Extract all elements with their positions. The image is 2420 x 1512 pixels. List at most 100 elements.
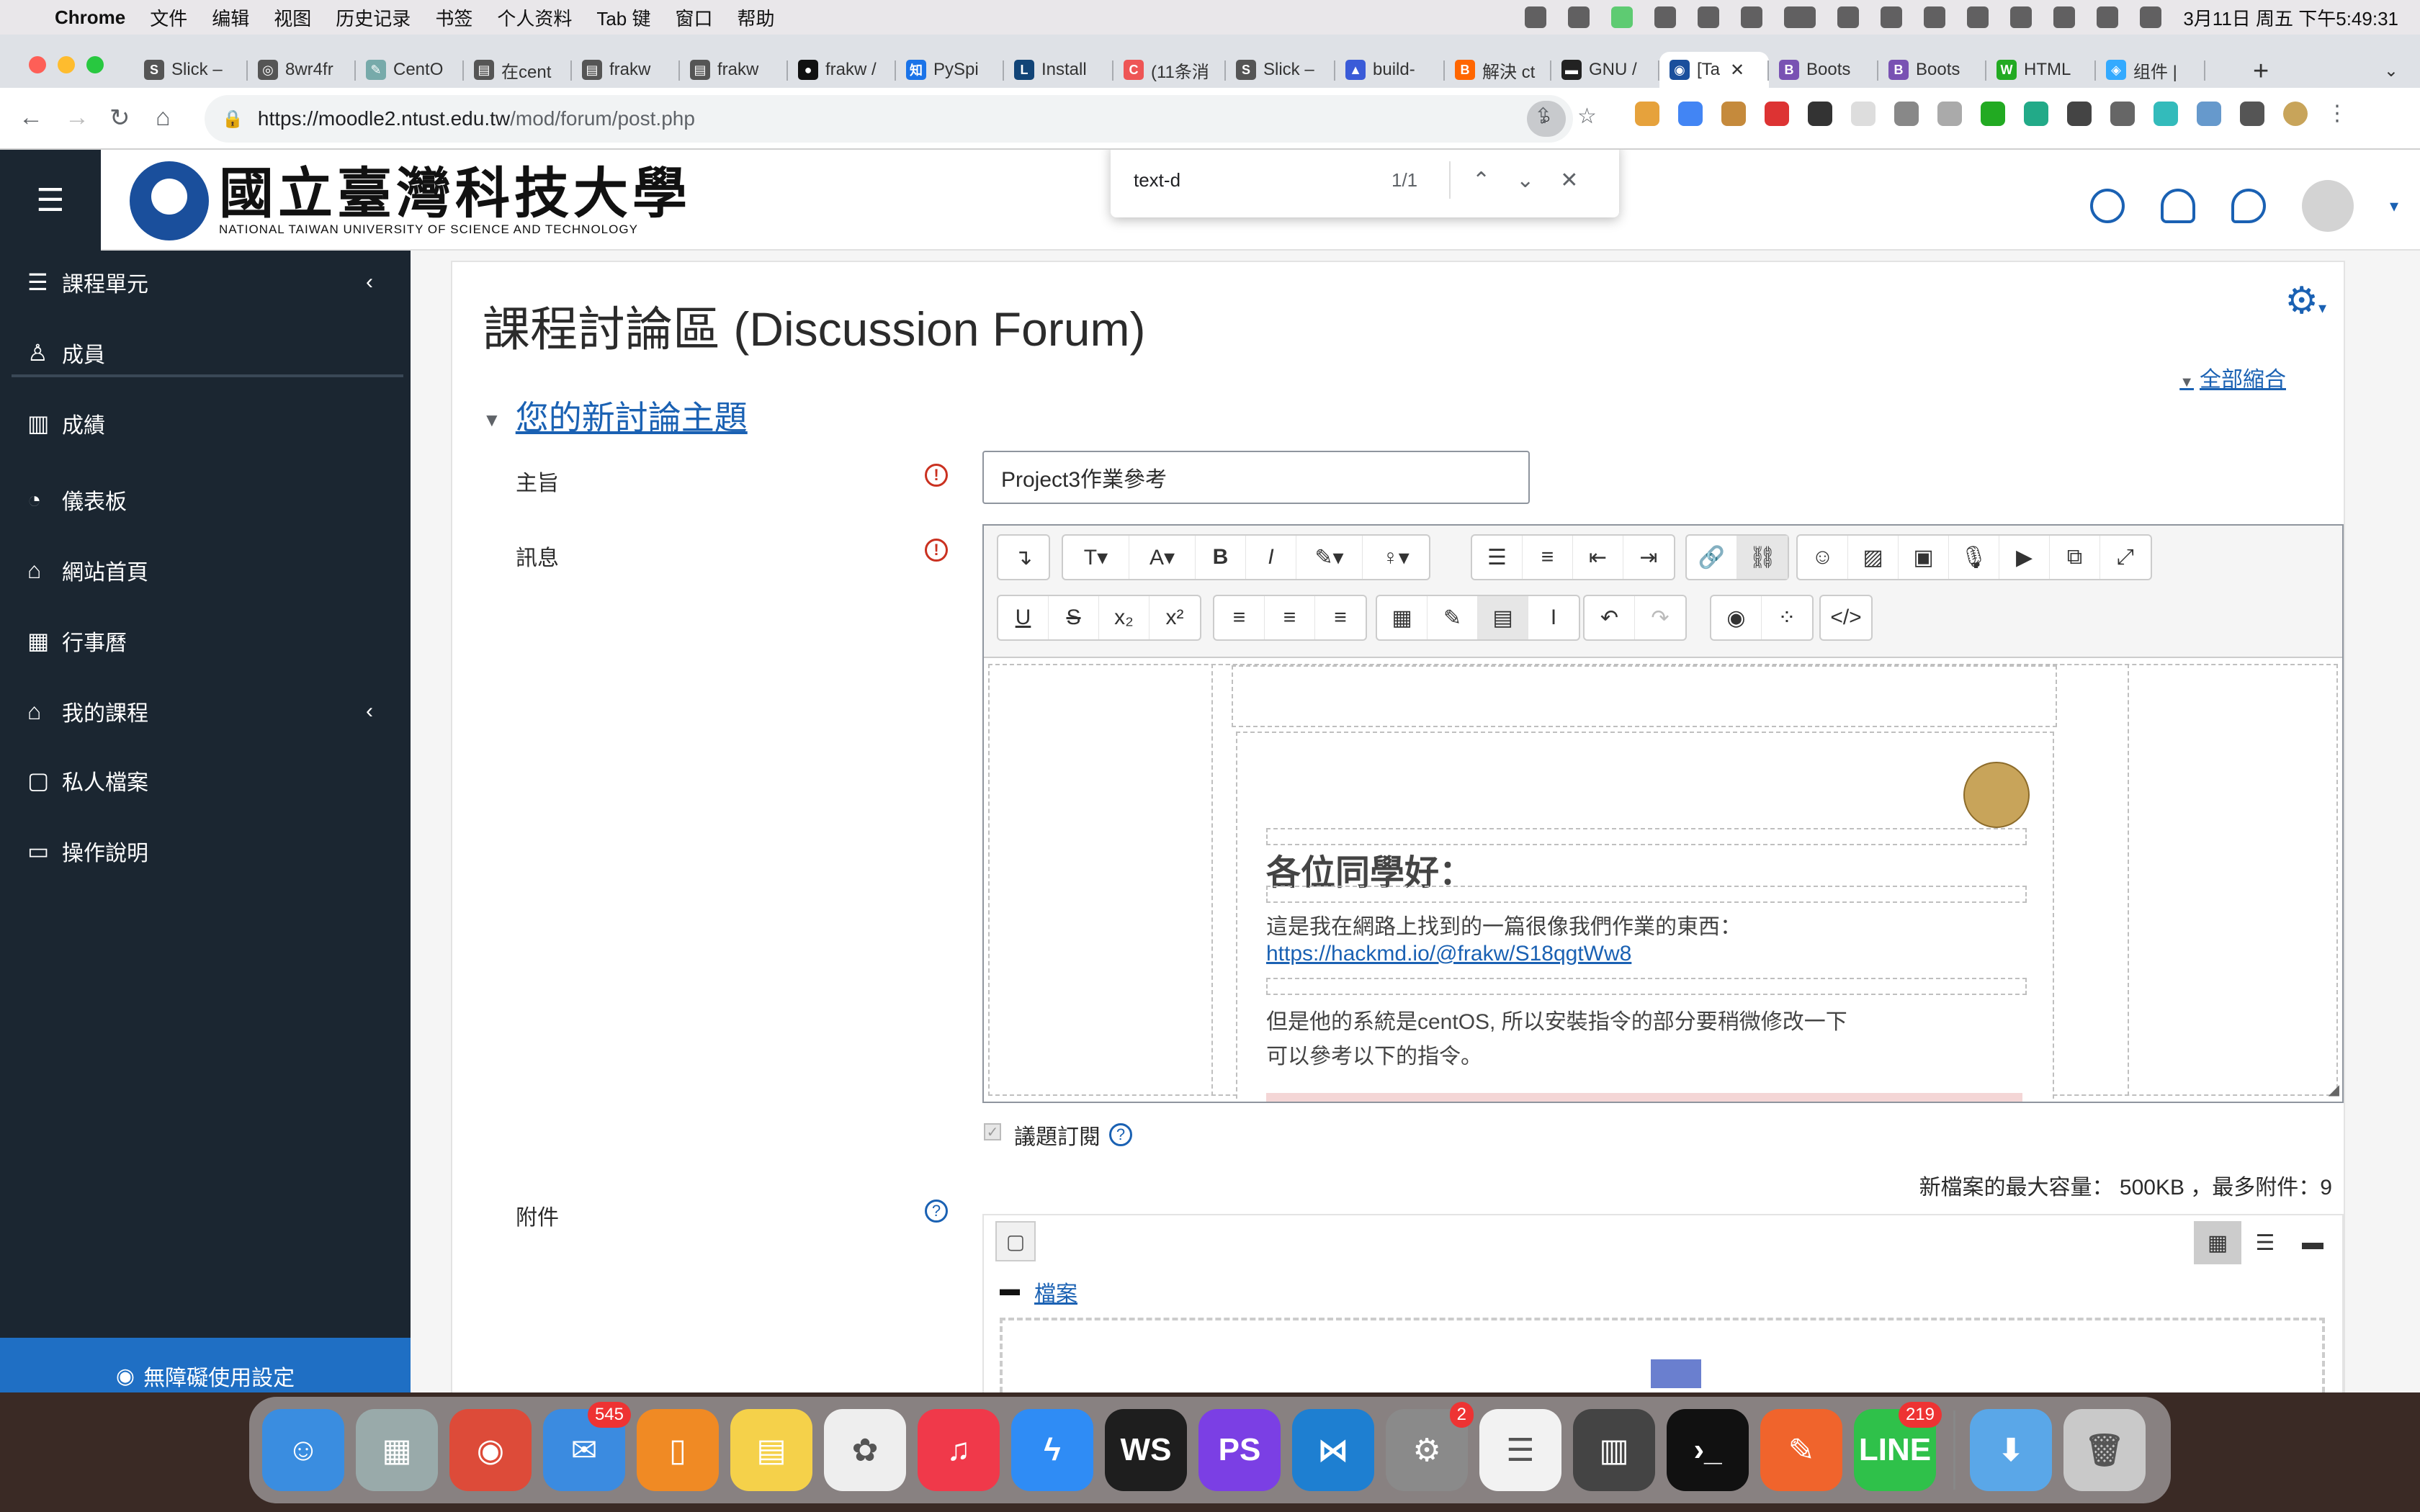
ai-extension-icon[interactable] — [2197, 101, 2221, 126]
sidebar-item[interactable]: ▢ 私人檔案 — [27, 759, 148, 802]
siri-icon[interactable] — [2140, 6, 2162, 28]
menubar-clock[interactable]: 3月11日 周五 下午5:49:31 — [2183, 4, 2398, 31]
translate-icon[interactable] — [1525, 6, 1547, 28]
find-previous-icon[interactable]: ⌃ — [1472, 168, 1490, 193]
browser-tab[interactable]: B Boots — [1878, 52, 1986, 88]
browser-tab[interactable]: ◈ 组件 | — [2096, 52, 2205, 88]
reload-icon[interactable]: ↻ — [109, 104, 130, 132]
required-icon[interactable]: ! — [925, 464, 948, 487]
align-center-icon[interactable]: ≡ — [1265, 596, 1315, 639]
undo-icon[interactable]: ↶ — [1585, 596, 1635, 639]
underline-icon[interactable]: U — [998, 596, 1049, 639]
translate-extension-icon[interactable] — [1678, 101, 1703, 126]
forward-icon[interactable]: → — [65, 104, 89, 132]
manage-files-icon[interactable]: ⧉ — [2050, 536, 2100, 579]
trash-app-icon[interactable]: 🗑 — [2063, 1409, 2146, 1491]
menu-item[interactable]: 视图 — [274, 4, 311, 31]
tree-view-icon[interactable]: ▬ — [2289, 1221, 2336, 1264]
browser-tab[interactable]: ▬ GNU / — [1551, 52, 1659, 88]
keyboard-icon[interactable] — [2053, 6, 2076, 28]
screenshot-icon[interactable] — [1568, 6, 1590, 28]
bluetooth-icon[interactable] — [1741, 6, 1763, 28]
messages-icon[interactable] — [2231, 189, 2266, 223]
user-switch-icon[interactable] — [2010, 6, 2033, 28]
spotlight-icon[interactable] — [1967, 6, 1989, 28]
subscribe-checkbox[interactable]: ✓ — [984, 1123, 1001, 1140]
find-next-icon[interactable]: ⌄ — [1516, 168, 1534, 193]
battery-icon[interactable] — [1784, 6, 1816, 28]
section-header-new-topic[interactable]: ▼ 您的新討論主題 — [483, 392, 748, 439]
browser-tab[interactable]: ✎ CentO — [356, 52, 464, 88]
profile-avatar[interactable] — [2283, 101, 2308, 126]
media-icon[interactable]: ▣ — [1899, 536, 1949, 579]
line-app-icon[interactable]: LINE 219 — [1854, 1402, 1942, 1491]
chevron-left-icon[interactable]: ‹ — [366, 270, 373, 294]
bold-icon[interactable]: B — [1196, 536, 1246, 579]
menu-item[interactable]: 编辑 — [212, 4, 249, 31]
sidebar-item[interactable]: ▥ 成績 — [27, 402, 105, 445]
close-window-button[interactable] — [29, 56, 46, 73]
subscript-icon[interactable]: x₂ — [1099, 596, 1150, 639]
paragraph-style-icon[interactable]: T▾ — [1063, 536, 1129, 579]
browser-tab[interactable]: ▤ 在cent — [464, 52, 572, 88]
find-close-icon[interactable]: ✕ — [1560, 168, 1578, 193]
tab-close-icon[interactable]: ✕ — [1730, 60, 1744, 81]
table-icon[interactable]: ▤ — [1478, 596, 1528, 639]
vimium-extension-icon[interactable] — [1851, 101, 1876, 126]
s-extension-icon[interactable] — [2067, 101, 2092, 126]
help-icon[interactable]: ? — [1109, 1123, 1132, 1146]
bug-extension-icon[interactable] — [2110, 101, 2135, 126]
check-shield-extension-icon[interactable] — [1981, 101, 2005, 126]
video-extension-icon[interactable] — [1765, 101, 1789, 126]
browser-tab[interactable]: ▲ build- — [1335, 52, 1445, 88]
code-extension-icon[interactable] — [2154, 101, 2178, 126]
system-preferences-app-icon[interactable]: ⚙ 2 — [1386, 1402, 1474, 1491]
notes-app-icon[interactable]: ▤ — [730, 1409, 812, 1491]
browser-tab[interactable]: ▤ frakw — [572, 52, 680, 88]
link-icon[interactable]: 🔗 — [1687, 536, 1737, 579]
minimize-window-button[interactable] — [58, 56, 75, 73]
user-menu-caret-icon[interactable]: ▾ — [2390, 196, 2398, 217]
sidebar-item[interactable]: ♙ 成員 — [27, 331, 105, 374]
terminal-app-icon[interactable]: ›_ — [1667, 1409, 1749, 1491]
menu-app-name[interactable]: Chrome — [55, 6, 125, 29]
screenreader-helper-icon[interactable]: ⁘ — [1762, 596, 1812, 639]
add-file-icon[interactable]: ▢ — [995, 1221, 1036, 1261]
subject-input[interactable] — [982, 451, 1530, 504]
language-globe-icon[interactable] — [2089, 189, 2125, 223]
maximize-window-button[interactable] — [86, 56, 104, 73]
menu-item[interactable]: Tab 键 — [596, 4, 650, 31]
sidebar-item[interactable]: ⌂ 網站首頁 — [27, 549, 148, 592]
menu-hamburger-icon[interactable]: ☰ — [0, 150, 101, 251]
font-icon[interactable]: A▾ — [1129, 536, 1196, 579]
phpstorm-app-icon[interactable]: PS — [1198, 1409, 1281, 1491]
browser-tab[interactable]: ▤ frakw — [680, 52, 788, 88]
find-input[interactable]: text-d — [1134, 169, 1350, 192]
ordered-list-icon[interactable]: ≡ — [1523, 536, 1573, 579]
html-source-icon[interactable]: </> — [1821, 596, 1871, 639]
vscode-app-icon[interactable]: ⋈ — [1292, 1409, 1374, 1491]
browser-tab[interactable]: ● frakw / — [788, 52, 896, 88]
browser-tab[interactable]: ◎ 8wr4fr — [248, 52, 356, 88]
wifi-icon[interactable] — [1837, 6, 1860, 28]
photos-app-icon[interactable]: ✿ — [824, 1409, 906, 1491]
settings-extension-icon[interactable] — [1808, 101, 1832, 126]
required-icon[interactable]: ! — [925, 539, 948, 562]
extension-icon[interactable] — [1635, 101, 1659, 126]
highlight-icon[interactable]: ♀▾ — [1363, 536, 1429, 579]
bookmark-star-icon[interactable]: ☆ — [1577, 104, 1597, 129]
browser-tab[interactable]: L Install — [1004, 52, 1113, 88]
login-extension-icon[interactable] — [2024, 101, 2048, 126]
indent-icon[interactable]: ⇥ — [1623, 536, 1674, 579]
browser-tab[interactable]: ◉ [Ta ✕ — [1659, 52, 1769, 88]
puzzle-extension-icon[interactable] — [2240, 101, 2264, 126]
fullscreen-icon[interactable]: ⤢ — [2100, 536, 2151, 579]
record-video-icon[interactable]: ▶ — [1999, 536, 2050, 579]
sidebar-item[interactable]: ▦ 行事曆 — [27, 619, 127, 662]
align-left-icon[interactable]: ≡ — [1214, 596, 1265, 639]
sidebar-item[interactable]: ☰ 課程單元 ‹ — [27, 261, 373, 304]
share-icon[interactable]: ⇪ — [1534, 104, 1552, 129]
toolbar-toggle-icon[interactable]: ↴ — [998, 536, 1049, 579]
emoticon-icon[interactable]: ☺ — [1798, 536, 1848, 579]
menu-item[interactable]: 窗口 — [676, 4, 713, 31]
